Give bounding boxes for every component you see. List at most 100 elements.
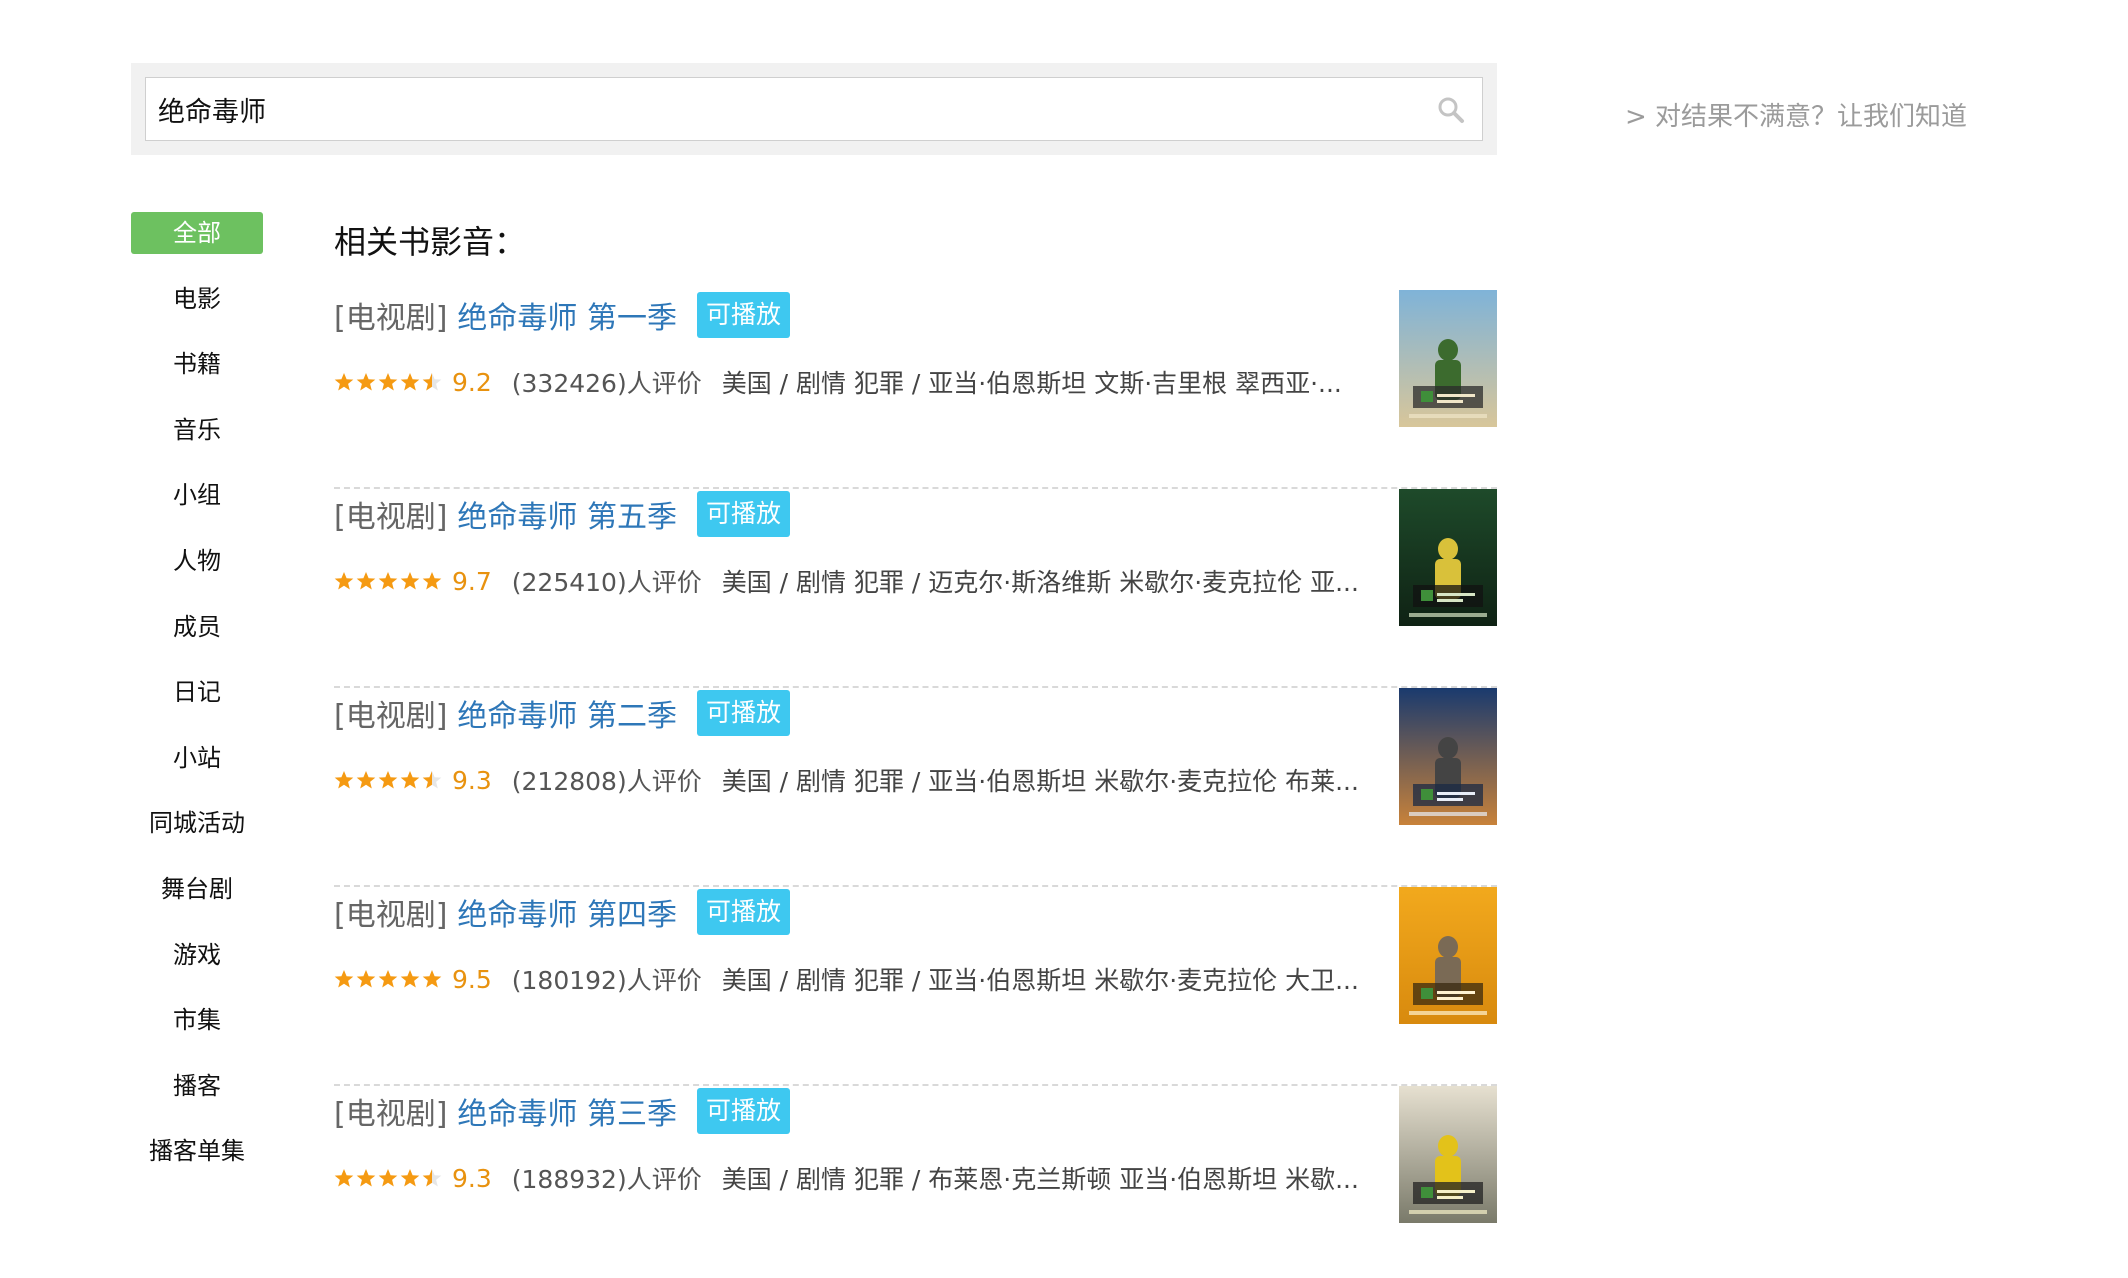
star-rating — [334, 770, 444, 790]
sidebar-category-1[interactable]: 电影 — [131, 278, 263, 320]
sidebar-category-5[interactable]: 人物 — [131, 540, 263, 582]
playable-badge[interactable]: 可播放 — [696, 491, 790, 537]
star-icon — [378, 1169, 398, 1187]
sidebar-category-6[interactable]: 成员 — [131, 606, 263, 648]
result-title-link[interactable]: 绝命毒师 第四季 — [457, 890, 677, 934]
star-icon — [356, 373, 376, 391]
half-star-icon — [422, 771, 442, 789]
sidebar-category-11[interactable]: 游戏 — [131, 934, 263, 976]
breaking-bad-s5-poster-icon[interactable] — [1399, 489, 1497, 626]
search-results-page: > 对结果不满意？让我们知道 全部电影书籍音乐小组人物成员日记小站同城活动舞台剧… — [0, 0, 2128, 1278]
star-rating — [334, 372, 444, 392]
sidebar-category-8[interactable]: 小站 — [131, 737, 263, 779]
star-icon — [400, 970, 420, 988]
star-rating — [334, 969, 444, 989]
star-icon — [334, 771, 354, 789]
star-icon — [400, 771, 420, 789]
star-icon — [356, 572, 376, 590]
result-item: [电视剧] 绝命毒师 第五季 可播放 9.7 (225410)人评价 美国 / 剧情 犯罪… — [334, 489, 1497, 688]
star-icon — [356, 970, 376, 988]
section-title: 相关书影音： — [334, 223, 527, 261]
star-icon — [378, 771, 398, 789]
result-title-link[interactable]: 绝命毒师 第三季 — [457, 1089, 677, 1133]
sidebar-category-12[interactable]: 市集 — [131, 999, 263, 1041]
half-star-icon — [422, 373, 442, 391]
result-meta-line: 9.3 (188932)人评价 美国 / 剧情 犯罪 / 布莱恩·克兰斯顿 亚当·伯… — [334, 1158, 1374, 1198]
star-icon — [378, 970, 398, 988]
result-title-line: [电视剧] 绝命毒师 第五季 可播放 — [334, 489, 790, 539]
star-icon — [356, 1169, 376, 1187]
sidebar-category-0[interactable]: 全部 — [131, 212, 263, 254]
result-info: 美国 / 剧情 犯罪 / 亚当·伯恩斯坦 米歇尔·麦克拉伦 布莱... — [721, 767, 1359, 796]
star-icon — [400, 1169, 420, 1187]
rating-score: 9.3 — [452, 1163, 492, 1193]
star-icon — [400, 572, 420, 590]
breaking-bad-s4-poster-icon[interactable] — [1399, 887, 1497, 1024]
sidebar-category-9[interactable]: 同城活动 — [131, 802, 263, 844]
search-bar — [131, 63, 1497, 155]
rating-score: 9.3 — [452, 765, 492, 795]
star-icon — [334, 373, 354, 391]
star-icon — [422, 970, 442, 988]
result-item: [电视剧] 绝命毒师 第三季 可播放 9.3 (188932)人评价 美国 / 剧情 犯罪… — [334, 1086, 1497, 1278]
result-title-link[interactable]: 绝命毒师 第一季 — [457, 293, 677, 337]
result-info: 美国 / 剧情 犯罪 / 亚当·伯恩斯坦 米歇尔·麦克拉伦 大卫... — [721, 966, 1359, 995]
sidebar-category-3[interactable]: 音乐 — [131, 409, 263, 451]
star-icon — [334, 1169, 354, 1187]
feedback-link[interactable]: > 对结果不满意？让我们知道 — [1625, 96, 1967, 133]
result-meta-line: 9.5 (180192)人评价 美国 / 剧情 犯罪 / 亚当·伯恩斯坦 米歇尔·麦… — [334, 959, 1374, 999]
star-icon — [400, 373, 420, 391]
result-item: [电视剧] 绝命毒师 第一季 可播放 9.2 (332426)人评价 美国 / 剧情 犯罪… — [334, 290, 1497, 489]
rating-count: (225410)人评价 — [511, 568, 702, 597]
star-icon — [356, 771, 376, 789]
result-title-link[interactable]: 绝命毒师 第二季 — [457, 691, 677, 735]
result-title-link[interactable]: 绝命毒师 第五季 — [457, 492, 677, 536]
result-type-tag: [电视剧] — [334, 898, 448, 933]
result-meta-line: 9.2 (332426)人评价 美国 / 剧情 犯罪 / 亚当·伯恩斯坦 文斯·吉里… — [334, 362, 1374, 402]
result-type-tag: [电视剧] — [334, 699, 448, 734]
result-info: 美国 / 剧情 犯罪 / 布莱恩·克兰斯顿 亚当·伯恩斯坦 米歇... — [721, 1165, 1359, 1194]
rating-count: (180192)人评价 — [511, 966, 702, 995]
category-sidebar: 全部电影书籍音乐小组人物成员日记小站同城活动舞台剧游戏市集播客播客单集 — [131, 212, 263, 1196]
playable-badge[interactable]: 可播放 — [696, 292, 790, 338]
sidebar-category-2[interactable]: 书籍 — [131, 343, 263, 385]
breaking-bad-s1-poster-icon[interactable] — [1399, 290, 1497, 427]
breaking-bad-s2-poster-icon[interactable] — [1399, 688, 1497, 825]
sidebar-category-7[interactable]: 日记 — [131, 671, 263, 713]
sidebar-category-4[interactable]: 小组 — [131, 474, 263, 516]
result-title-line: [电视剧] 绝命毒师 第四季 可播放 — [334, 887, 790, 937]
playable-badge[interactable]: 可播放 — [696, 889, 790, 935]
star-icon — [422, 572, 442, 590]
result-meta-line: 9.7 (225410)人评价 美国 / 剧情 犯罪 / 迈克尔·斯洛维斯 米歇尔·… — [334, 561, 1374, 601]
sidebar-category-13[interactable]: 播客 — [131, 1065, 263, 1107]
star-icon — [334, 572, 354, 590]
breaking-bad-s3-poster-icon[interactable] — [1399, 1086, 1497, 1223]
star-icon — [334, 970, 354, 988]
result-info: 美国 / 剧情 犯罪 / 亚当·伯恩斯坦 文斯·吉里根 翠西亚·... — [721, 369, 1342, 398]
rating-score: 9.7 — [452, 566, 492, 596]
result-info: 美国 / 剧情 犯罪 / 迈克尔·斯洛维斯 米歇尔·麦克拉伦 亚... — [721, 568, 1359, 597]
half-star-icon — [422, 1169, 442, 1187]
playable-badge[interactable]: 可播放 — [696, 1088, 790, 1134]
search-icon[interactable] — [1436, 95, 1466, 125]
result-meta-line: 9.3 (212808)人评价 美国 / 剧情 犯罪 / 亚当·伯恩斯坦 米歇尔·麦… — [334, 760, 1374, 800]
result-title-line: [电视剧] 绝命毒师 第三季 可播放 — [334, 1086, 790, 1136]
result-type-tag: [电视剧] — [334, 301, 448, 336]
result-title-line: [电视剧] 绝命毒师 第一季 可播放 — [334, 290, 790, 340]
result-type-tag: [电视剧] — [334, 500, 448, 535]
rating-count: (332426)人评价 — [511, 369, 702, 398]
results-list: [电视剧] 绝命毒师 第一季 可播放 9.2 (332426)人评价 美国 / 剧情 犯罪… — [334, 290, 1497, 1278]
sidebar-category-14[interactable]: 播客单集 — [131, 1130, 263, 1172]
star-icon — [378, 373, 398, 391]
search-input[interactable] — [146, 78, 1482, 140]
search-box — [145, 77, 1483, 141]
star-rating — [334, 1168, 444, 1188]
sidebar-category-10[interactable]: 舞台剧 — [131, 868, 263, 910]
playable-badge[interactable]: 可播放 — [696, 690, 790, 736]
rating-count: (188932)人评价 — [511, 1165, 702, 1194]
star-icon — [378, 572, 398, 590]
result-item: [电视剧] 绝命毒师 第二季 可播放 9.3 (212808)人评价 美国 / 剧情 犯罪… — [334, 688, 1497, 887]
rating-count: (212808)人评价 — [511, 767, 702, 796]
result-item: [电视剧] 绝命毒师 第四季 可播放 9.5 (180192)人评价 美国 / 剧情 犯罪… — [334, 887, 1497, 1086]
rating-score: 9.2 — [452, 367, 492, 397]
